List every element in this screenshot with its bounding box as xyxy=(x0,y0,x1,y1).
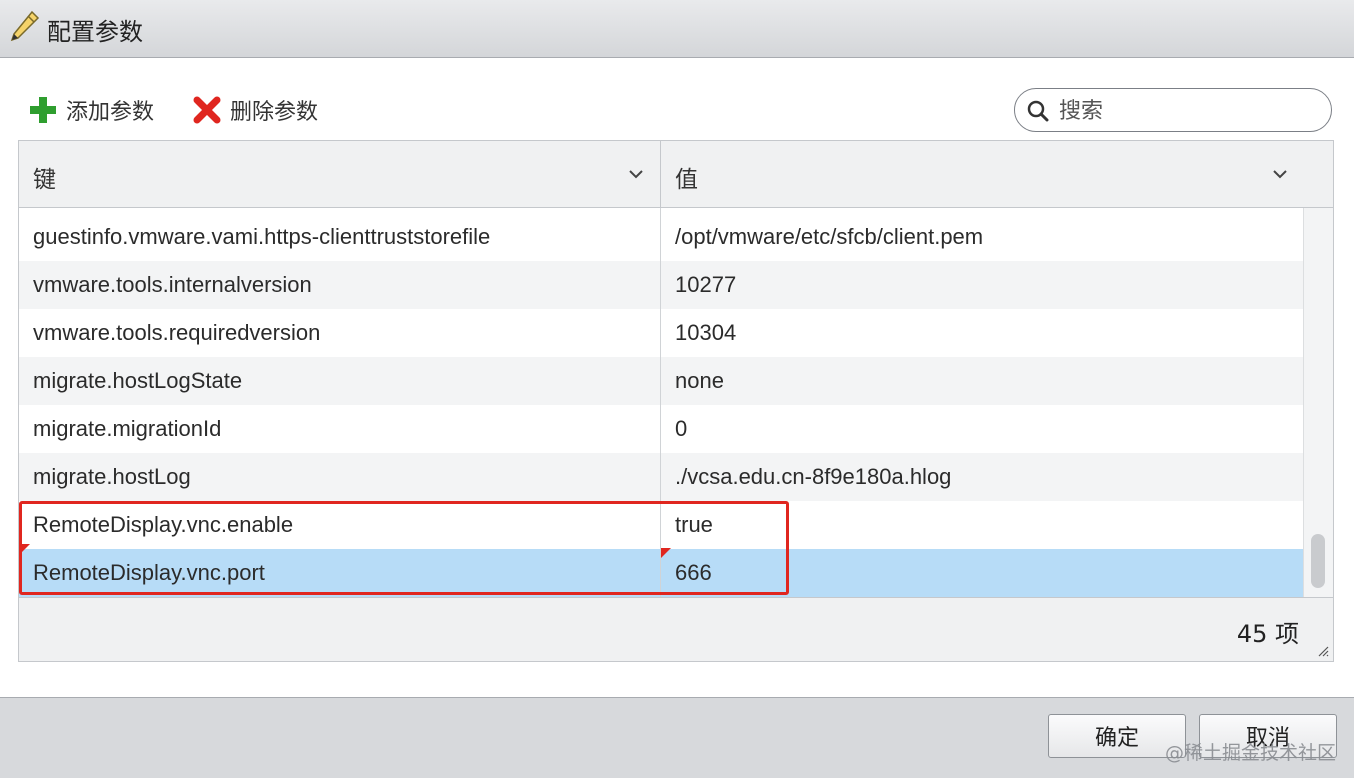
chevron-down-icon[interactable] xyxy=(627,165,645,183)
dialog-footer: 确定 取消 xyxy=(0,697,1354,778)
column-header-value[interactable]: 值 xyxy=(661,141,1333,207)
plus-icon xyxy=(30,97,56,123)
row-key: migrate.migrationId xyxy=(33,416,222,441)
row-key: vmware.tools.internalversion xyxy=(33,272,312,297)
pencil-icon xyxy=(10,10,40,42)
grid-header: 键 值 xyxy=(19,141,1333,208)
dialog-titlebar: 配置参数 xyxy=(0,0,1354,58)
modified-flag-icon xyxy=(661,548,671,558)
item-count: 45 项 xyxy=(1236,620,1299,648)
search-input[interactable] xyxy=(1057,95,1321,127)
table-row[interactable]: guestinfo.vmware.vami.https-clienttrusts… xyxy=(19,213,1303,261)
column-header-value-label: 值 xyxy=(675,167,698,193)
row-key: RemoteDisplay.vnc.port xyxy=(33,560,265,585)
column-header-key-label: 键 xyxy=(33,167,56,193)
search-box[interactable] xyxy=(1014,88,1332,132)
delete-parameter-button[interactable]: 删除参数 xyxy=(192,92,318,128)
parameters-grid: 键 值 guestinfo.vmware.vami.https-clienttr… xyxy=(18,140,1334,662)
grid-body: guestinfo.vmware.vami.https-clienttrusts… xyxy=(19,208,1333,597)
vertical-scrollbar[interactable] xyxy=(1303,208,1333,597)
row-key: migrate.hostLog xyxy=(33,464,191,489)
dialog-title: 配置参数 xyxy=(47,18,143,46)
watermark: @稀土掘金技术社区 xyxy=(1164,742,1336,764)
x-icon xyxy=(193,96,221,124)
table-row[interactable]: migrate.hostLogState none xyxy=(19,357,1303,405)
column-divider xyxy=(660,208,661,597)
search-icon xyxy=(1027,100,1049,122)
row-value: 666 xyxy=(675,560,712,585)
delete-parameter-label: 删除参数 xyxy=(230,100,319,125)
add-parameter-label: 添加参数 xyxy=(66,100,155,125)
row-value: 10277 xyxy=(675,272,737,297)
row-value: 10304 xyxy=(675,320,737,345)
row-value: true xyxy=(675,512,713,537)
row-value: /opt/vmware/etc/sfcb/client.pem xyxy=(675,224,984,249)
row-key: migrate.hostLogState xyxy=(33,368,243,393)
resize-grip-icon[interactable] xyxy=(1317,645,1329,657)
row-key: guestinfo.vmware.vami.https-clienttrusts… xyxy=(33,224,491,249)
add-parameter-button[interactable]: 添加参数 xyxy=(28,92,154,128)
row-key: RemoteDisplay.vnc.enable xyxy=(33,512,294,537)
table-row[interactable]: vmware.tools.internalversion 10277 xyxy=(19,261,1303,309)
table-row[interactable]: RemoteDisplay.vnc.enable true xyxy=(19,501,1303,549)
table-row[interactable]: vmware.tools.requiredversion 10304 xyxy=(19,309,1303,357)
column-header-key[interactable]: 键 xyxy=(19,141,661,207)
row-value: 0 xyxy=(675,416,688,441)
chevron-down-icon[interactable] xyxy=(1271,165,1289,183)
row-value: ./vcsa.edu.cn-8f9e180a.hlog xyxy=(675,464,952,489)
modified-flag-icon xyxy=(22,544,30,552)
table-row[interactable]: migrate.hostLog ./vcsa.edu.cn-8f9e180a.h… xyxy=(19,453,1303,501)
table-row[interactable]: migrate.migrationId 0 xyxy=(19,405,1303,453)
scrollbar-thumb[interactable] xyxy=(1311,534,1325,588)
grid-footer: 45 项 xyxy=(19,597,1333,661)
row-key: vmware.tools.requiredversion xyxy=(33,320,321,345)
row-value: none xyxy=(675,368,724,393)
